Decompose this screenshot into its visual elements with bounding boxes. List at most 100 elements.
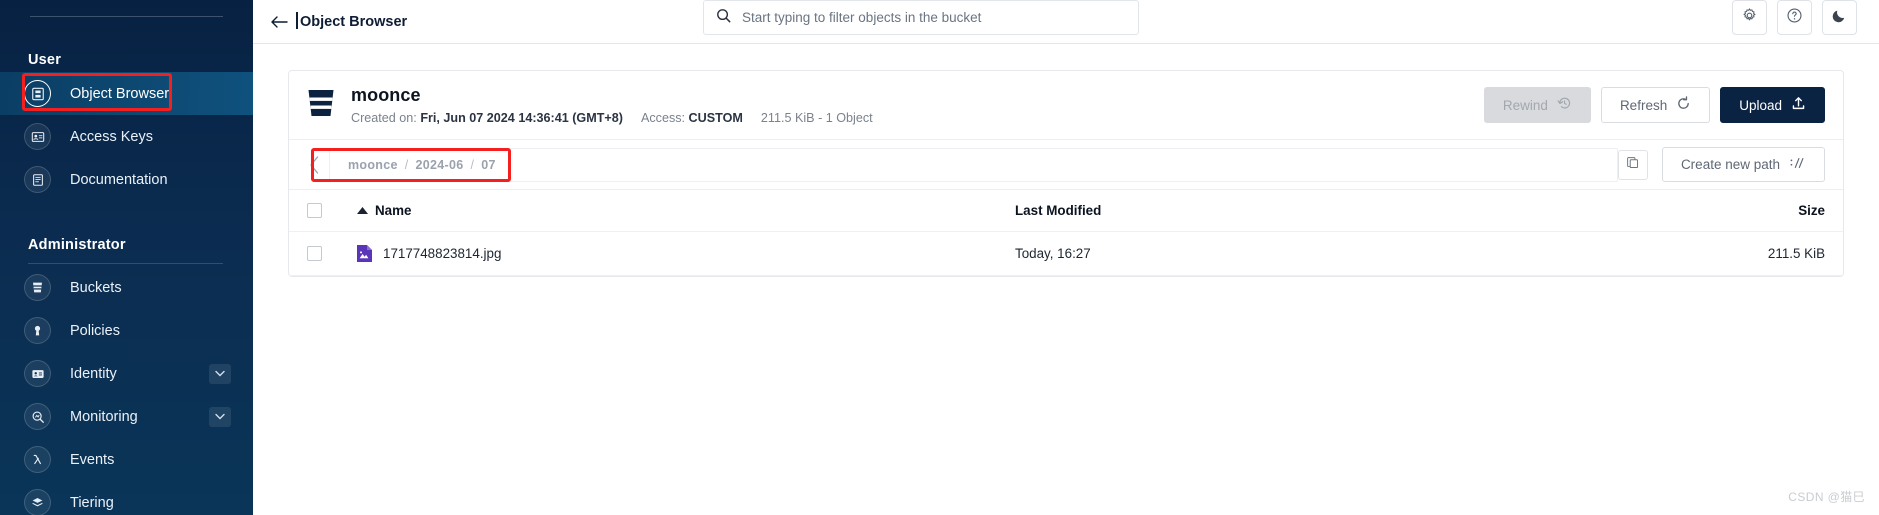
- sidebar-item-label: Object Browser: [70, 85, 170, 102]
- copy-icon: [1626, 156, 1639, 174]
- path-bar: moonce / 2024-06 / 07 Create new path: [289, 140, 1843, 190]
- object-browser-icon: [24, 80, 51, 107]
- bucket-icon: [307, 88, 335, 123]
- refresh-button[interactable]: Refresh: [1600, 87, 1711, 123]
- content-region: moonce Created on: Fri, Jun 07 2024 14:3…: [253, 44, 1879, 277]
- sidebar-item-label: Documentation: [70, 171, 168, 188]
- image-file-icon: [357, 245, 372, 262]
- copy-path-button[interactable]: [1617, 149, 1648, 180]
- bucket-access-label: Access:: [640, 111, 686, 125]
- dark-mode-button[interactable]: [1822, 0, 1857, 35]
- object-browser-card: moonce Created on: Fri, Jun 07 2024 14:3…: [288, 70, 1844, 277]
- sidebar-item-events[interactable]: Events: [0, 438, 253, 481]
- sidebar-item-documentation[interactable]: Documentation: [0, 158, 253, 201]
- select-all-checkbox[interactable]: [307, 203, 322, 218]
- access-keys-icon: [24, 123, 51, 150]
- new-path-icon: [1790, 156, 1806, 173]
- row-last-modified: Today, 16:27: [1015, 246, 1091, 261]
- sidebar-top-divider: [30, 16, 223, 17]
- bucket-stats: 211.5 KiB - 1 Object: [760, 111, 873, 125]
- sidebar-item-access-keys[interactable]: Access Keys: [0, 115, 253, 158]
- breadcrumb-separator: /: [470, 157, 475, 172]
- sidebar-item-label: Tiering: [70, 494, 114, 511]
- select-all-cell: [307, 203, 357, 218]
- table-row[interactable]: 1717748823814.jpg Today, 16:27 211.5 KiB: [289, 232, 1843, 276]
- objects-table: Name Last Modified Size 1717748823814.jp…: [289, 190, 1843, 276]
- bucket-actions: Rewind Refresh Upload: [1483, 87, 1825, 123]
- page-title-text: Object Browser: [300, 13, 408, 30]
- refresh-icon: [1676, 96, 1691, 114]
- upload-icon: [1791, 96, 1806, 114]
- sidebar-section-user: User: [28, 52, 62, 68]
- sidebar-item-label: Events: [70, 451, 115, 468]
- sidebar-item-label: Identity: [70, 365, 117, 382]
- text-caret: [296, 11, 298, 29]
- events-lambda-icon: [24, 446, 51, 473]
- sidebar-item-buckets[interactable]: Buckets: [0, 266, 253, 309]
- bucket-created: Created on: Fri, Jun 07 2024 14:36:41 (G…: [351, 111, 623, 125]
- create-new-path-button[interactable]: Create new path: [1661, 147, 1825, 182]
- sidebar-item-tiering[interactable]: Tiering: [0, 481, 253, 515]
- page-title: Object Browser: [296, 11, 408, 30]
- sidebar-item-object-browser[interactable]: Object Browser: [0, 72, 253, 115]
- column-header-size[interactable]: Size: [1575, 203, 1825, 218]
- breadcrumb-item-2[interactable]: 07: [481, 158, 496, 172]
- bucket-header: moonce Created on: Fri, Jun 07 2024 14:3…: [289, 71, 1843, 140]
- upload-button-label: Upload: [1739, 97, 1782, 113]
- column-header-name[interactable]: Name: [357, 203, 1015, 218]
- question-mark-icon: [1786, 7, 1803, 29]
- row-size: 211.5 KiB: [1767, 246, 1825, 261]
- bucket-meta: Created on: Fri, Jun 07 2024 14:36:41 (G…: [351, 111, 891, 125]
- search-icon: [716, 8, 731, 28]
- bucket-access: Access: CUSTOM: [641, 111, 743, 125]
- bucket-icon: [24, 274, 51, 301]
- chevron-left-icon[interactable]: [301, 150, 327, 180]
- column-header-last-modified[interactable]: Last Modified: [1015, 203, 1575, 218]
- sidebar-item-label: Monitoring: [70, 408, 138, 425]
- chevron-down-icon[interactable]: [209, 363, 231, 384]
- table-header-row: Name Last Modified Size: [289, 190, 1843, 232]
- sidebar-item-policies[interactable]: Policies: [0, 309, 253, 352]
- watermark: CSDN @猫巳: [1788, 490, 1865, 504]
- bucket-name: moonce: [351, 85, 421, 105]
- refresh-button-label: Refresh: [1619, 97, 1668, 113]
- settings-button[interactable]: [1732, 0, 1767, 35]
- breadcrumb-separator: /: [404, 157, 409, 172]
- breadcrumb-item-0[interactable]: moonce: [348, 158, 398, 172]
- rewind-button[interactable]: Rewind: [1483, 87, 1591, 123]
- upload-button[interactable]: Upload: [1720, 87, 1825, 123]
- row-name-cell[interactable]: 1717748823814.jpg: [357, 245, 1015, 262]
- object-filter-search[interactable]: [703, 0, 1139, 35]
- minio-console-app: User Object Browser Access Keys Document…: [0, 0, 1879, 515]
- bucket-access-value: CUSTOM: [688, 111, 743, 125]
- sidebar-item-identity[interactable]: Identity: [0, 352, 253, 395]
- chevron-down-icon[interactable]: [209, 406, 231, 427]
- rewind-clock-icon: [1557, 96, 1572, 114]
- search-input[interactable]: [742, 10, 1122, 25]
- sidebar-item-label: Policies: [70, 322, 120, 339]
- sidebar: User Object Browser Access Keys Document…: [0, 0, 253, 515]
- breadcrumb-item-1[interactable]: 2024-06: [416, 158, 464, 172]
- rewind-button-label: Rewind: [1502, 97, 1548, 113]
- top-bar: Object Browser: [253, 0, 1879, 44]
- row-file-name: 1717748823814.jpg: [383, 246, 502, 261]
- bucket-info: moonce Created on: Fri, Jun 07 2024 14:3…: [351, 85, 891, 125]
- monitoring-magnifier-icon: [24, 403, 51, 430]
- gear-icon: [1741, 7, 1758, 29]
- moon-icon: [1831, 7, 1848, 29]
- row-select-cell: [307, 246, 357, 261]
- bucket-created-label: Created on:: [351, 111, 417, 125]
- column-header-last-modified-label: Last Modified: [1015, 203, 1102, 218]
- arrow-left-icon[interactable]: [271, 15, 288, 28]
- help-button[interactable]: [1777, 0, 1812, 35]
- sidebar-item-monitoring[interactable]: Monitoring: [0, 395, 253, 438]
- documentation-icon: [24, 166, 51, 193]
- breadcrumb[interactable]: moonce / 2024-06 / 07: [329, 147, 1618, 182]
- main-area: Object Browser Start typing to filter ob…: [253, 0, 1879, 515]
- column-header-size-label: Size: [1798, 203, 1825, 218]
- row-checkbox[interactable]: [307, 246, 322, 261]
- column-header-name-label: Name: [375, 203, 412, 218]
- create-new-path-label: Create new path: [1680, 157, 1780, 172]
- sort-asc-caret-icon: [357, 206, 368, 216]
- identity-card-icon: [24, 360, 51, 387]
